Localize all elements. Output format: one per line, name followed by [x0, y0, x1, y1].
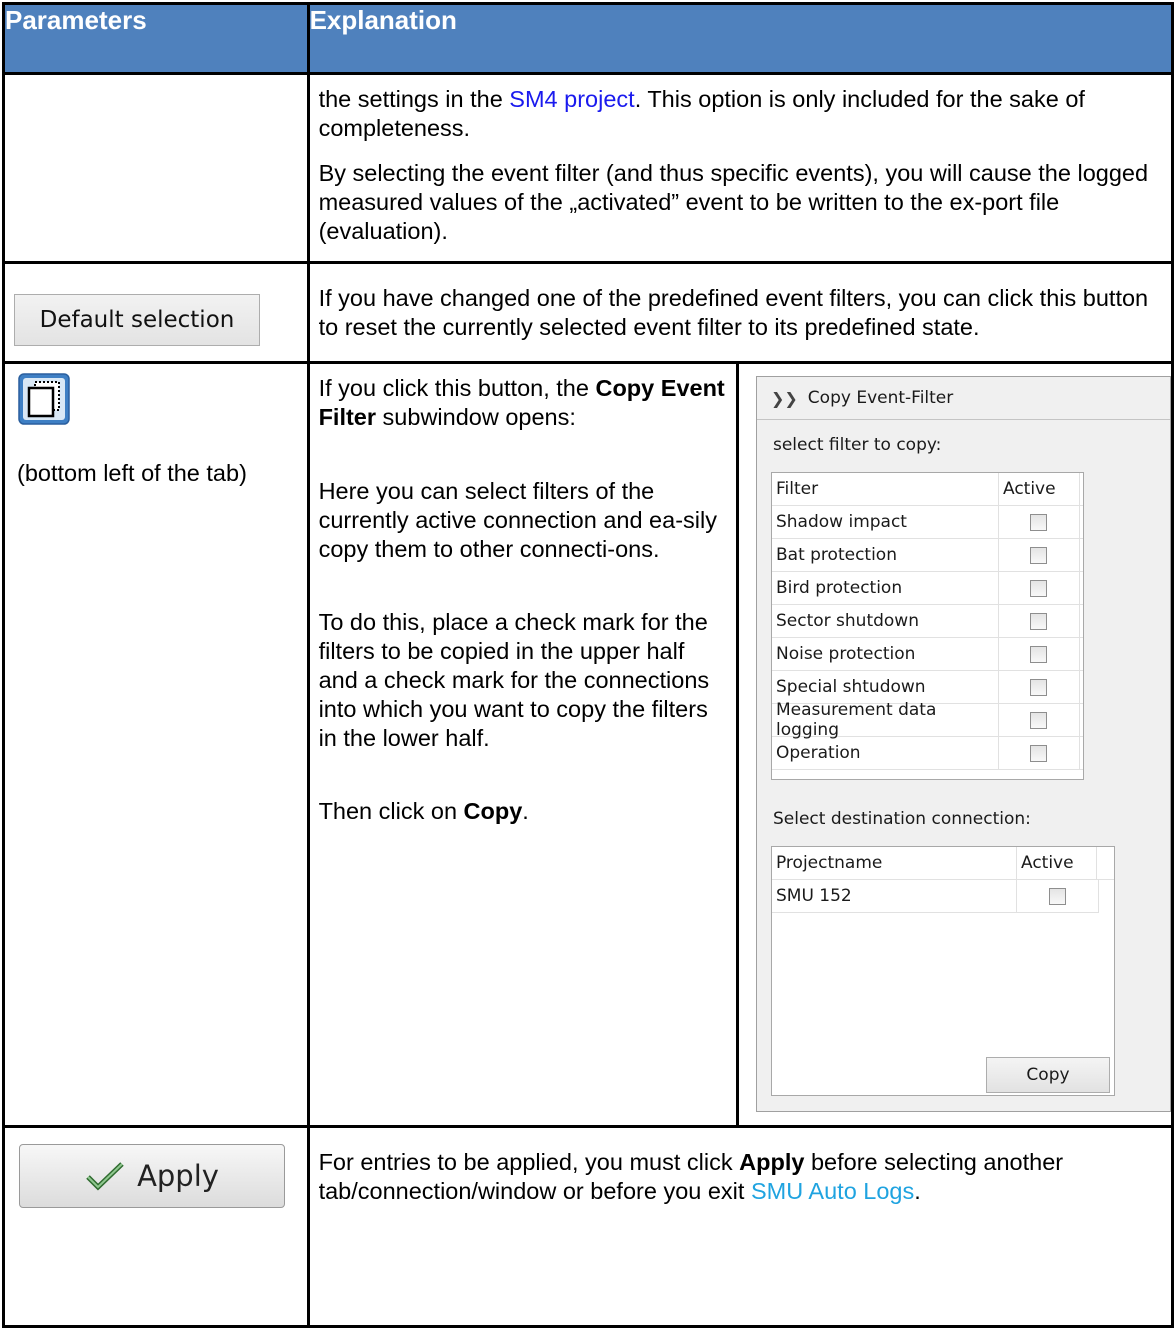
- text: For entries to be applied, you must clic…: [318, 1149, 740, 1175]
- window-title-bar[interactable]: ❯❯ Copy Event-Filter: [756, 377, 1170, 420]
- default-selection-button[interactable]: Default selection: [14, 294, 260, 346]
- paragraph: If you click this button, the Copy Event…: [319, 374, 726, 432]
- filter-row: Sector shutdown: [771, 605, 1083, 638]
- bold-text: Copy: [463, 798, 523, 824]
- parameter-cell-empty: [2, 72, 310, 264]
- filter-grid: Filter Active Shadow impact Bat protecti…: [770, 472, 1084, 780]
- table-row: the settings in the SM4 project. This op…: [2, 72, 1174, 264]
- table-row: Default selection If you have changed on…: [2, 261, 1174, 364]
- table-row: (bottom left of the tab) If you click th…: [2, 361, 1174, 1128]
- table-row: Apply For entries to be applied, you mus…: [2, 1125, 1174, 1328]
- active-checkbox[interactable]: [1030, 579, 1048, 597]
- header-explanation: Explanation: [306, 2, 1174, 75]
- text: subwindow opens:: [376, 404, 576, 430]
- active-checkbox[interactable]: [1030, 546, 1048, 564]
- paragraph: By selecting the event filter (and thus …: [318, 160, 1149, 244]
- explanation-cell: If you click this button, the Copy Event…: [306, 361, 739, 1128]
- copy-event-filter-icon: [18, 373, 70, 425]
- filter-row: Noise protection: [771, 638, 1083, 671]
- active-checkbox[interactable]: [1030, 612, 1048, 630]
- grid-header-row: Filter Active: [771, 473, 1083, 506]
- apply-button[interactable]: Apply: [19, 1144, 285, 1208]
- window-title: Copy Event-Filter: [807, 388, 954, 408]
- header-parameters: Parameters: [2, 2, 310, 75]
- parameter-cell: Apply: [2, 1125, 310, 1328]
- text: the settings in the: [318, 86, 510, 112]
- paragraph: Then click on Copy.: [319, 797, 726, 826]
- filter-name: Operation: [772, 737, 999, 769]
- explanation-cell: If you have changed one of the predefine…: [306, 261, 1174, 364]
- text: .: [522, 798, 529, 824]
- text: If you click this button, the: [318, 375, 596, 401]
- apply-button-label: Apply: [137, 1159, 219, 1193]
- column-header-filter: Filter: [772, 473, 999, 505]
- screenshot-cell: ❯❯ Copy Event-Filter select filter to co…: [735, 361, 1174, 1128]
- destination-section-label: Select destination connection:: [772, 809, 1031, 829]
- filter-name: Noise protection: [772, 638, 999, 670]
- active-checkbox[interactable]: [1030, 645, 1048, 663]
- filter-name: Bat protection: [772, 539, 999, 571]
- parameter-cell: Default selection: [2, 261, 310, 364]
- explanation-cell: the settings in the SM4 project. This op…: [306, 72, 1174, 264]
- icon-location-caption: (bottom left of the tab): [17, 460, 247, 486]
- column-header-active: Active: [1017, 847, 1097, 879]
- active-checkbox[interactable]: [1030, 678, 1048, 696]
- filter-row: Bat protection: [771, 539, 1083, 572]
- checkmark-icon: [86, 1162, 124, 1191]
- document-page: Parameters Explanation the settings in t…: [0, 0, 1174, 1328]
- filter-name: Shadow impact: [772, 506, 999, 538]
- active-checkbox[interactable]: [1030, 744, 1048, 762]
- grid-header-row: Projectname Active: [771, 847, 1114, 880]
- copy-button[interactable]: Copy: [985, 1057, 1110, 1093]
- explanation-cell: For entries to be applied, you must clic…: [306, 1125, 1174, 1328]
- table-header-row: Parameters Explanation: [2, 2, 1174, 75]
- text: Then click on: [318, 798, 464, 824]
- filter-name: Special shtudown: [772, 671, 999, 703]
- collapse-chevron-icon[interactable]: ❯❯: [771, 389, 798, 408]
- column-header-active: Active: [999, 473, 1080, 505]
- bold-text: Apply: [739, 1149, 805, 1175]
- parameter-cell: (bottom left of the tab): [2, 361, 310, 1128]
- filter-row: Operation: [771, 737, 1083, 770]
- filter-name: Measurement data logging: [772, 700, 999, 740]
- filter-section-label: select filter to copy:: [772, 435, 942, 455]
- active-checkbox[interactable]: [1030, 711, 1048, 729]
- paragraph: To do this, place a check mark for the f…: [318, 609, 710, 751]
- destination-row: SMU 152: [771, 880, 1099, 913]
- parameters-table: Parameters Explanation the settings in t…: [2, 2, 1174, 1328]
- active-checkbox[interactable]: [1048, 887, 1066, 905]
- filter-name: Sector shutdown: [772, 605, 999, 637]
- smu-auto-logs-link[interactable]: SMU Auto Logs: [751, 1178, 914, 1204]
- text: .: [914, 1178, 921, 1204]
- filter-name: Bird protection: [772, 572, 999, 604]
- filter-row: Shadow impact: [771, 506, 1083, 539]
- project-name: SMU 152: [772, 880, 1017, 912]
- filter-row: Measurement data logging: [771, 700, 1083, 740]
- copy-event-filter-window: ❯❯ Copy Event-Filter select filter to co…: [755, 376, 1171, 1112]
- column-header-projectname: Projectname: [772, 847, 1017, 879]
- sm4-project-link[interactable]: SM4 project: [509, 86, 634, 112]
- paragraph: Here you can select filters of the curre…: [318, 478, 717, 562]
- active-checkbox[interactable]: [1030, 513, 1048, 531]
- filter-row: Bird protection: [771, 572, 1083, 605]
- paragraph: the settings in the SM4 project. This op…: [319, 85, 1161, 143]
